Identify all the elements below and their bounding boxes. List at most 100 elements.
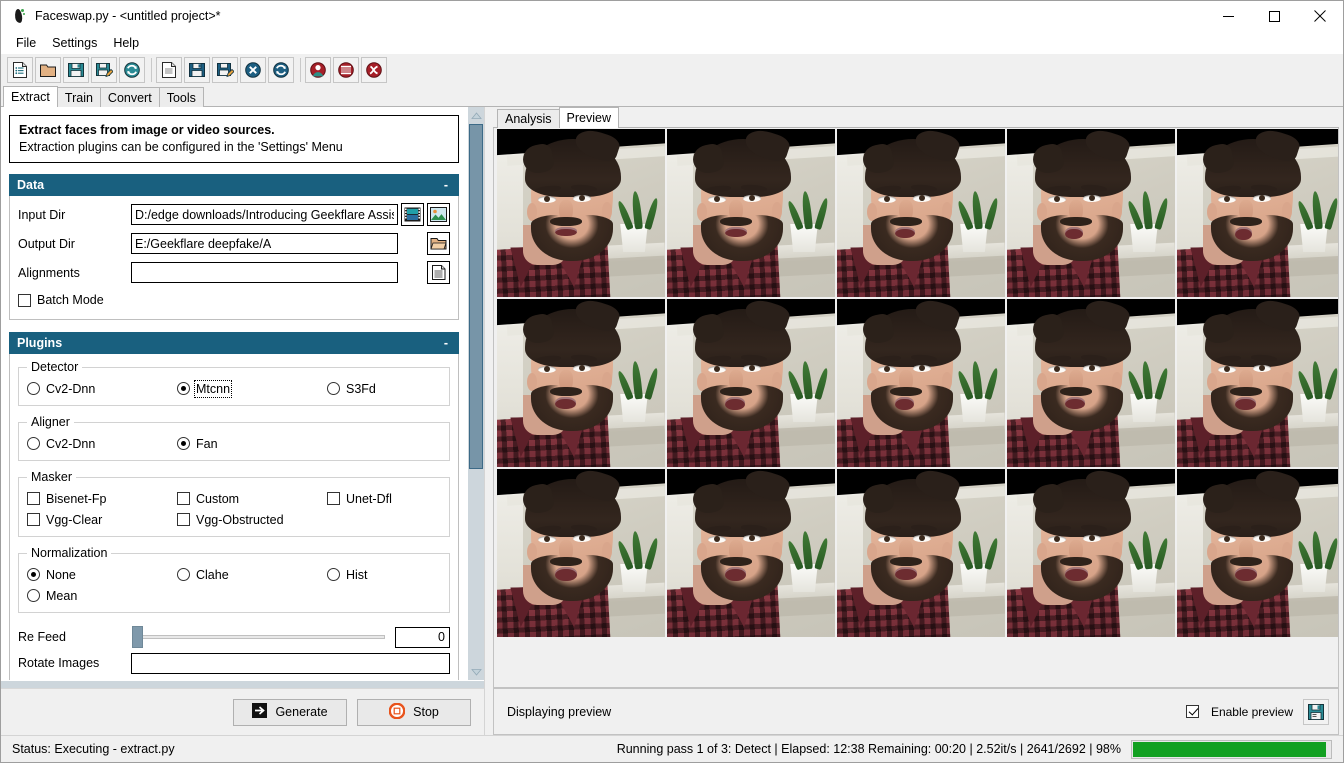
maximize-button[interactable] <box>1251 1 1297 32</box>
masker-option-bisenetfp[interactable]: Bisenet-Fp <box>27 492 177 506</box>
reload-project-icon[interactable] <box>119 56 145 83</box>
menu-file[interactable]: File <box>8 34 44 52</box>
alignments-tool-icon[interactable] <box>333 56 359 83</box>
scroll-up-icon[interactable] <box>468 107 484 124</box>
data-section-header[interactable]: Data - <box>9 174 459 196</box>
normalization-option-none[interactable]: None <box>27 568 177 582</box>
new-project-icon[interactable] <box>7 56 33 83</box>
options-horizontal-scrollbar[interactable] <box>1 680 484 688</box>
folder-browse-icon[interactable] <box>427 232 450 255</box>
extract-faces-icon[interactable] <box>305 56 331 83</box>
normalization-option-hist[interactable]: Hist <box>327 568 368 582</box>
tab-preview[interactable]: Preview <box>558 107 620 128</box>
detector-option-s3fd[interactable]: S3Fd <box>327 382 376 396</box>
generate-button[interactable]: Generate <box>233 698 347 726</box>
open-folder-icon[interactable] <box>35 56 61 83</box>
preview-thumbnail[interactable] <box>837 469 1007 639</box>
effmpeg-tool-icon[interactable] <box>361 56 387 83</box>
scrollbar-track[interactable] <box>468 124 484 663</box>
alignments-field[interactable] <box>131 262 398 283</box>
input-dir-field[interactable] <box>131 204 398 225</box>
slider-track[interactable] <box>139 635 385 639</box>
detector-option-cv2dnn[interactable]: Cv2-Dnn <box>27 382 177 396</box>
plugins-section-header[interactable]: Plugins - <box>9 332 459 354</box>
radio-icon[interactable] <box>177 568 190 581</box>
file-browse-icon[interactable] <box>427 261 450 284</box>
detector-option-mtcnn[interactable]: Mtcnn <box>177 379 327 398</box>
tab-tools[interactable]: Tools <box>158 87 204 107</box>
film-strip-icon[interactable] <box>401 203 424 226</box>
normalization-option-mean[interactable]: Mean <box>27 589 177 603</box>
radio-icon[interactable] <box>27 568 40 581</box>
display-tab-bar: Analysis Preview <box>489 107 1343 128</box>
batch-mode-checkbox[interactable] <box>18 293 31 307</box>
checkbox-icon[interactable] <box>27 513 40 526</box>
plugins-section-collapse-icon[interactable]: - <box>444 336 451 350</box>
save-task-as-icon[interactable] <box>212 56 238 83</box>
re-feed-slider[interactable] <box>131 624 389 650</box>
save-task-icon[interactable] <box>184 56 210 83</box>
progress-bar <box>1131 739 1332 759</box>
save-project-as-icon[interactable] <box>91 56 117 83</box>
data-section-collapse-icon[interactable]: - <box>444 178 451 192</box>
scrollbar-thumb[interactable] <box>469 124 483 469</box>
menu-settings[interactable]: Settings <box>44 34 105 52</box>
masker-option-custom[interactable]: Custom <box>177 492 327 506</box>
preview-thumbnail[interactable] <box>667 299 837 469</box>
preview-thumbnail[interactable] <box>1007 299 1177 469</box>
radio-icon[interactable] <box>177 382 190 395</box>
checkbox-icon[interactable] <box>177 513 190 526</box>
stop-button[interactable]: Stop <box>357 698 471 726</box>
aligner-option-cv2dnn[interactable]: Cv2-Dnn <box>27 437 177 451</box>
tab-train[interactable]: Train <box>56 87 101 107</box>
preview-thumbnail[interactable] <box>1177 469 1338 639</box>
new-task-icon[interactable] <box>156 56 182 83</box>
scroll-down-icon[interactable] <box>468 663 484 680</box>
batch-mode-row[interactable]: Batch Mode <box>18 289 450 311</box>
checkbox-icon[interactable] <box>1185 705 1199 718</box>
close-button[interactable] <box>1297 1 1343 32</box>
minimize-button[interactable] <box>1205 1 1251 32</box>
tab-analysis[interactable]: Analysis <box>497 109 560 128</box>
checkbox-icon[interactable] <box>27 492 40 505</box>
preview-thumbnail[interactable] <box>497 299 667 469</box>
radio-icon[interactable] <box>177 437 190 450</box>
radio-icon[interactable] <box>27 589 40 602</box>
masker-option-vggobstructed[interactable]: Vgg-Obstructed <box>177 513 327 527</box>
preview-thumbnail[interactable] <box>837 129 1007 299</box>
enable-preview-toggle[interactable]: Enable preview <box>1185 705 1293 719</box>
preview-thumbnail[interactable] <box>667 469 837 639</box>
checkbox-icon[interactable] <box>177 492 190 505</box>
rotate-images-field[interactable] <box>131 652 450 674</box>
tab-convert[interactable]: Convert <box>99 87 160 107</box>
preview-thumbnail[interactable] <box>1007 469 1177 639</box>
image-picker-icon[interactable] <box>427 203 450 226</box>
preview-thumbnail[interactable] <box>497 469 667 639</box>
menu-help[interactable]: Help <box>105 34 147 52</box>
save-preview-icon[interactable] <box>1303 698 1329 725</box>
masker-option-unetdfl[interactable]: Unet-Dfl <box>327 492 392 506</box>
preview-thumbnail[interactable] <box>497 129 667 299</box>
checkbox-icon[interactable] <box>327 492 340 505</box>
clear-task-icon[interactable] <box>240 56 266 83</box>
preview-thumbnail[interactable] <box>667 129 837 299</box>
slider-thumb[interactable] <box>132 626 143 648</box>
save-project-icon[interactable] <box>63 56 89 83</box>
radio-icon[interactable] <box>27 437 40 450</box>
preview-thumbnail[interactable] <box>1177 129 1338 299</box>
reload-task-icon[interactable] <box>268 56 294 83</box>
preview-thumbnail[interactable] <box>1007 129 1177 299</box>
radio-icon[interactable] <box>27 382 40 395</box>
options-vertical-scrollbar[interactable] <box>467 107 484 680</box>
title-bar: Faceswap.py - <untitled project>* <box>1 1 1343 32</box>
preview-thumbnail[interactable] <box>837 299 1007 469</box>
masker-option-vggclear[interactable]: Vgg-Clear <box>27 513 177 527</box>
output-dir-field[interactable] <box>131 233 398 254</box>
tab-extract[interactable]: Extract <box>3 86 58 107</box>
normalization-option-clahe[interactable]: Clahe <box>177 568 327 582</box>
radio-icon[interactable] <box>327 568 340 581</box>
re-feed-value-field[interactable] <box>395 626 450 648</box>
radio-icon[interactable] <box>327 382 340 395</box>
preview-thumbnail[interactable] <box>1177 299 1338 469</box>
aligner-option-fan[interactable]: Fan <box>177 437 327 451</box>
